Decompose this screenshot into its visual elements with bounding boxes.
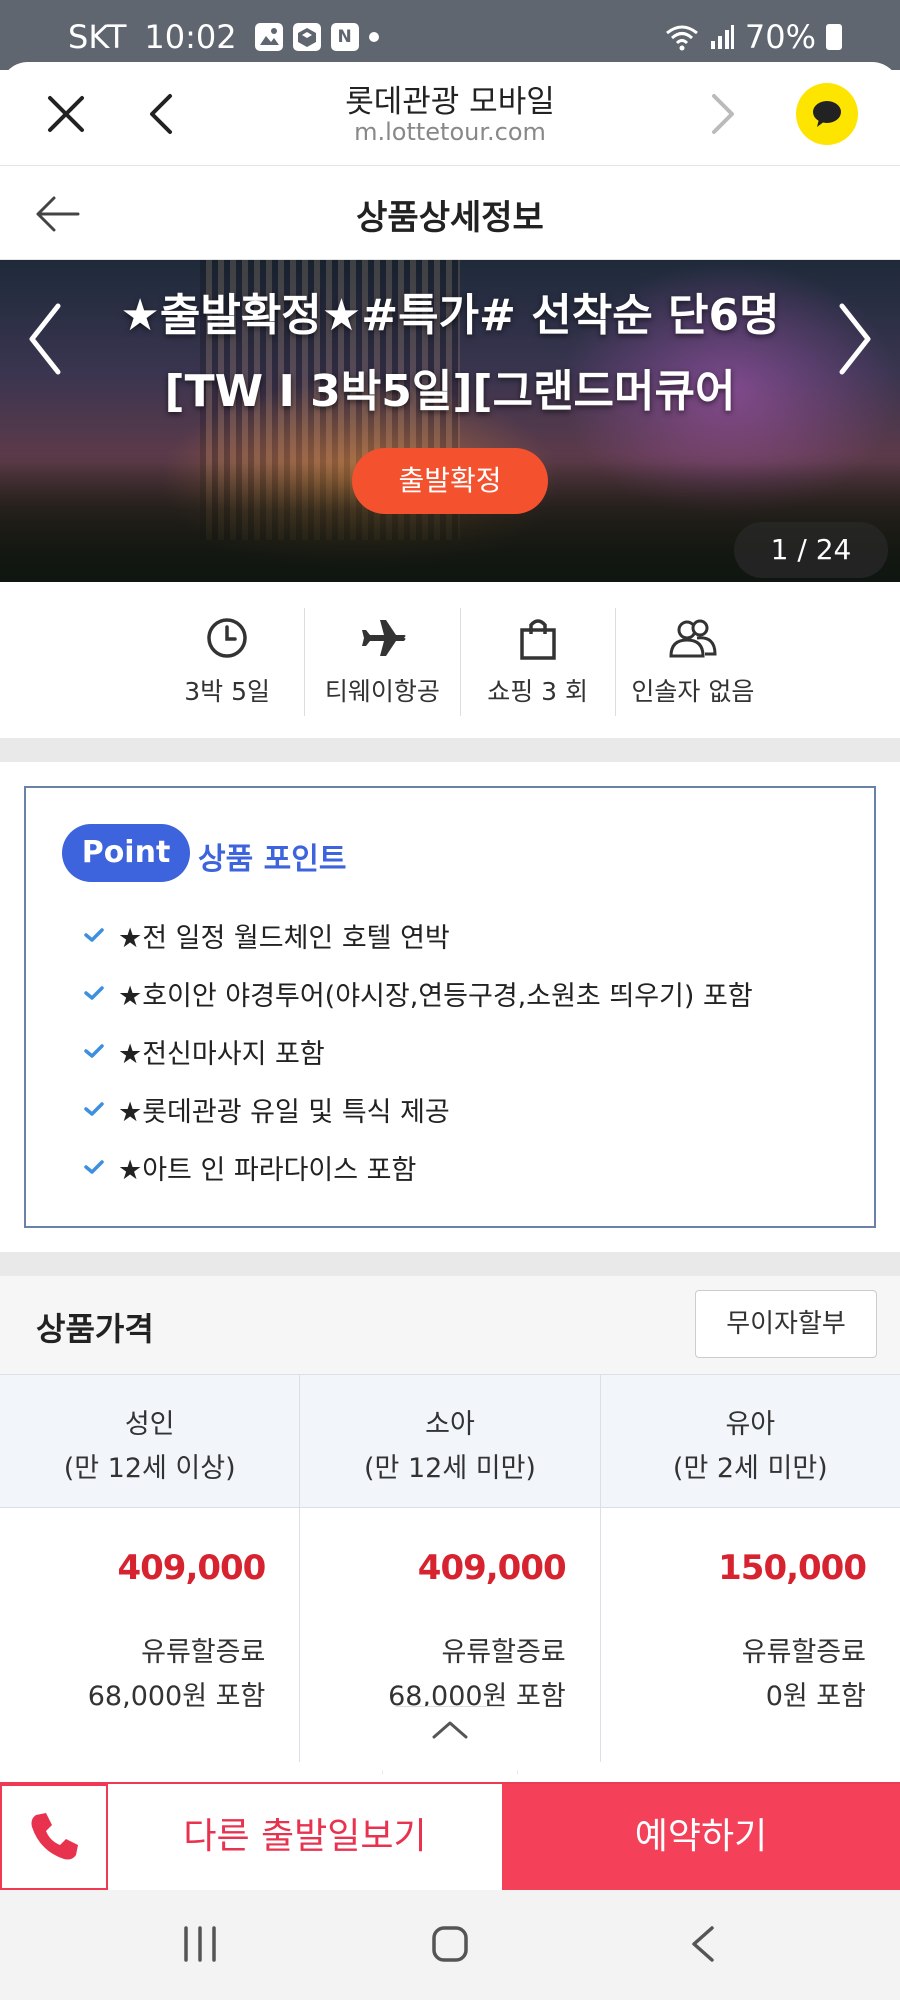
carousel-next-icon[interactable] xyxy=(830,284,880,394)
browser-title: 롯데관광 모바일 xyxy=(345,84,555,120)
product-title: ★출발확정★#특가# 선착순 단6명 [TW I 3박5일][그랜드머큐어 xyxy=(120,290,780,417)
check-icon xyxy=(84,1102,104,1116)
airline-info: 티웨이항공 xyxy=(304,608,459,716)
hero-carousel[interactable]: ★출발확정★#특가# 선착순 단6명 [TW I 3박5일][그랜드머큐어 출발… xyxy=(0,260,900,582)
image-counter: 1 / 24 xyxy=(734,522,888,578)
duration-label: 3박 5일 xyxy=(184,677,270,706)
airline-label: 티웨이항공 xyxy=(324,677,440,706)
system-navigation-bar xyxy=(0,1890,900,2000)
child-header: 소아 (만 12세 미만) xyxy=(299,1375,599,1507)
kakao-chat-button[interactable] xyxy=(796,83,858,145)
carrier-label: SKT xyxy=(68,18,127,56)
chevron-up-icon xyxy=(432,1721,468,1739)
infant-price: 150,000 xyxy=(718,1548,867,1588)
shopping-info: 쇼핑 3 회 xyxy=(459,608,615,716)
infant-fuel-label: 유류할증료 xyxy=(741,1637,866,1668)
reserve-button[interactable]: 예약하기 xyxy=(502,1784,900,1890)
naver-icon: N xyxy=(330,23,359,51)
point-item-text: ★전 일정 월드체인 호텔 연박 xyxy=(118,922,450,954)
infant-age: (만 2세 미만) xyxy=(672,1453,828,1484)
browser-forward-icon[interactable] xyxy=(706,92,740,136)
point-pill: Point xyxy=(62,824,190,882)
adult-price-cell: 409,000 유류할증료 68,000원 포함 xyxy=(0,1508,299,1762)
point-item: ★전신마사지 포함 xyxy=(84,1022,753,1080)
people-icon xyxy=(669,619,717,658)
price-title: 상품가격 xyxy=(36,1310,154,1348)
chat-bubble-icon xyxy=(813,101,841,127)
child-fuel-label: 유류할증료 xyxy=(441,1637,566,1668)
signal-icon xyxy=(710,25,734,49)
point-item-text: ★전신마사지 포함 xyxy=(118,1038,325,1070)
shopping-bag-icon xyxy=(519,619,556,660)
check-icon xyxy=(84,1160,104,1174)
battery-percent: 70% xyxy=(744,18,816,56)
clock-time: 10:02 xyxy=(144,18,237,56)
phone-icon xyxy=(31,1813,78,1860)
scroll-top-button[interactable] xyxy=(382,1706,518,1774)
browser-toolbar: 롯데관광 모바일 m.lottetour.com xyxy=(0,62,900,166)
home-icon[interactable] xyxy=(430,1924,470,1964)
point-item: ★전 일정 월드체인 호텔 연박 xyxy=(84,906,753,964)
infant-label: 유아 xyxy=(725,1409,776,1440)
infant-fuel-amount: 0원 포함 xyxy=(765,1681,866,1712)
point-list: ★전 일정 월드체인 호텔 연박 ★호이안 야경투어(야시장,연등구경,소원초 … xyxy=(84,906,753,1196)
infant-header: 유아 (만 2세 미만) xyxy=(599,1375,900,1507)
point-item: ★아트 인 파라다이스 포함 xyxy=(84,1138,753,1196)
adult-age: (만 12세 이상) xyxy=(63,1453,236,1484)
child-price: 409,000 xyxy=(417,1548,567,1588)
departure-confirmed-badge: 출발확정 xyxy=(352,448,548,514)
system-back-icon[interactable] xyxy=(688,1924,718,1964)
duration-info: 3박 5일 xyxy=(150,608,304,716)
guide-info: 인솔자 없음 xyxy=(614,608,770,716)
point-item-text: ★호이안 야경투어(야시장,연등구경,소원초 띄우기) 포함 xyxy=(118,980,753,1012)
product-points-box: Point 상품 포인트 ★전 일정 월드체인 호텔 연박 ★호이안 야경투어(… xyxy=(24,786,876,1228)
wifi-icon xyxy=(665,25,698,51)
child-label: 소아 xyxy=(425,1409,475,1440)
page-title: 상품상세정보 xyxy=(356,198,544,238)
bottom-action-bar: 다른 출발일보기 예약하기 xyxy=(0,1782,900,1890)
adult-header: 성인 (만 12세 이상) xyxy=(0,1375,299,1507)
adult-price: 409,000 xyxy=(117,1548,266,1588)
adult-fuel-label: 유류할증료 xyxy=(141,1637,266,1668)
point-item-text: ★아트 인 파라다이스 포함 xyxy=(118,1154,417,1186)
check-icon xyxy=(84,1044,104,1058)
point-item-text: ★롯데관광 유일 및 특식 제공 xyxy=(118,1096,450,1128)
adult-label: 성인 xyxy=(124,1409,175,1440)
section-divider xyxy=(0,1252,900,1276)
call-button[interactable] xyxy=(0,1784,108,1890)
installment-button[interactable]: 무이자할부 xyxy=(695,1290,877,1358)
section-divider xyxy=(0,738,900,762)
shopping-label: 쇼핑 3 회 xyxy=(487,677,589,706)
point-item: ★호이안 야경투어(야시장,연등구경,소원초 띄우기) 포함 xyxy=(84,964,753,1022)
box-icon xyxy=(292,23,321,51)
other-departure-dates-button[interactable]: 다른 출발일보기 xyxy=(108,1784,502,1890)
more-notifications-dot xyxy=(368,32,379,42)
status-bar: SKT 10:02 N 70% xyxy=(0,0,900,70)
check-icon xyxy=(84,928,104,942)
price-table: 성인 (만 12세 이상) 소아 (만 12세 미만) 유아 (만 2세 미만)… xyxy=(0,1374,900,1762)
carousel-prev-icon[interactable] xyxy=(20,284,70,394)
point-title: 상품 포인트 xyxy=(198,842,347,877)
browser-url[interactable]: m.lottetour.com xyxy=(0,118,900,146)
page-header: 상품상세정보 xyxy=(0,166,900,260)
point-item: ★롯데관광 유일 및 특식 제공 xyxy=(84,1080,753,1138)
child-age: (만 12세 미만) xyxy=(364,1453,536,1484)
price-table-header: 성인 (만 12세 이상) 소아 (만 12세 미만) 유아 (만 2세 미만) xyxy=(0,1374,900,1508)
clock-icon xyxy=(207,618,247,658)
infant-price-cell: 150,000 유류할증료 0원 포함 xyxy=(599,1508,900,1762)
image-icon xyxy=(254,23,283,51)
product-summary: 3박 5일 티웨이항공 쇼핑 3 회 인솔자 없음 xyxy=(150,608,770,716)
price-header: 상품가격 무이자할부 xyxy=(0,1276,900,1374)
check-icon xyxy=(84,986,104,1000)
guide-label: 인솔자 없음 xyxy=(631,677,755,706)
adult-fuel-amount: 68,000원 포함 xyxy=(87,1681,266,1712)
airplane-icon xyxy=(360,620,406,656)
battery-icon xyxy=(826,24,842,50)
recent-apps-icon[interactable] xyxy=(180,1926,220,1962)
